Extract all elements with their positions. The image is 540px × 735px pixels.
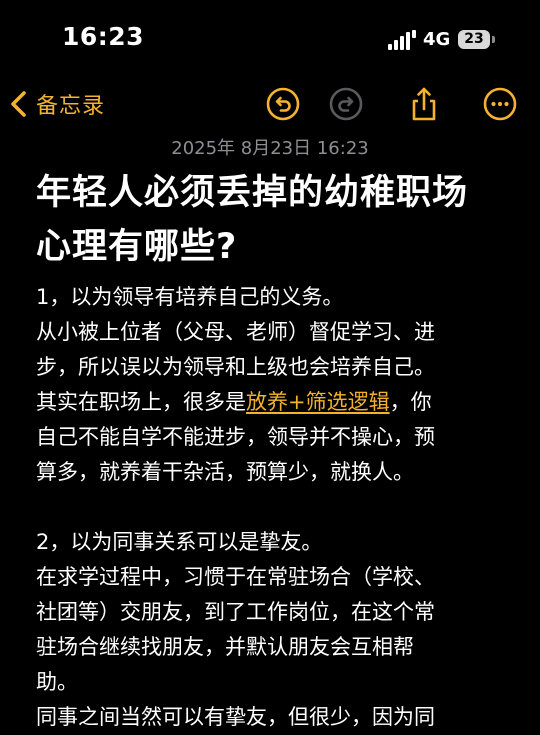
body-line: 在求学过程中，习惯于在常驻场合（学校、 [36, 565, 435, 589]
note-title-line: 年轻人必须丢掉的幼稚职场 [36, 173, 469, 213]
point-heading: 1，以为领导有培养自己的义务。 [36, 285, 344, 309]
body-line: 自己不能自学不能进步，领导并不操心，预 [36, 425, 435, 449]
share-button[interactable] [406, 86, 442, 122]
back-button[interactable]: 备忘录 [8, 82, 105, 126]
network-type: 4G [423, 29, 451, 50]
body-line: 助。 [36, 670, 78, 694]
body-line: 同事之间当然可以有挚友，但很少，因为同 [36, 705, 435, 729]
chevron-left-icon [11, 91, 26, 117]
status-time: 16:23 [62, 22, 145, 51]
redo-button[interactable] [328, 86, 364, 122]
status-bar: 16:23 4G 23 [0, 0, 540, 80]
highlighted-link[interactable]: 放养+筛选逻辑 [246, 390, 390, 414]
body-line: 其实在职场上，很多是放养+筛选逻辑，你 [36, 385, 516, 420]
share-icon [412, 87, 436, 121]
battery-tip [492, 36, 495, 43]
back-label: 备忘录 [36, 94, 106, 119]
body-text: ，你 [389, 390, 432, 414]
battery-icon: 23 [458, 30, 490, 49]
body-line: 从小被上位者（父母、老师）督促学习、进 [36, 320, 435, 344]
body-line: 算多，就养着干杂活，预算少，就换人。 [36, 460, 414, 484]
undo-button[interactable] [265, 86, 301, 122]
more-button[interactable] [482, 86, 518, 122]
body-line: 驻场合继续找朋友，并默认朋友会互相帮 [36, 635, 414, 659]
note-date: 2025年 8月23日 16:23 [171, 138, 369, 159]
note-body[interactable]: 1，以为领导有培养自己的义务。 从小被上位者（父母、老师）督促学习、进 步，所以… [36, 280, 516, 735]
redo-icon [329, 87, 363, 121]
note-title[interactable]: 年轻人必须丢掉的幼稚职场 心理有哪些? [36, 166, 526, 274]
body-line: 步，所以误以为领导和上级也会培养自己。 [36, 355, 435, 379]
nav-bar: 备忘录 [0, 82, 540, 130]
body-text: 其实在职场上，很多是 [36, 390, 246, 414]
note-title-line: 心理有哪些? [36, 227, 238, 267]
body-line: 社团等）交朋友，到了工作岗位，在这个常 [36, 600, 435, 624]
signal-strength-icon [388, 30, 418, 50]
point-heading: 2，以为同事关系可以是挚友。 [36, 530, 323, 554]
more-icon [483, 87, 517, 121]
undo-icon [266, 87, 300, 121]
